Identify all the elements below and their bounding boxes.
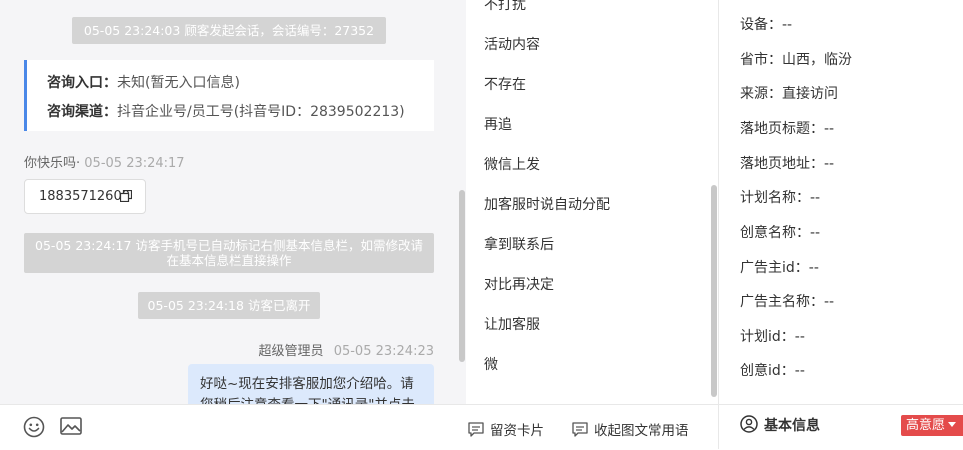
visitor-phone-text: 18835712600 [39, 189, 130, 204]
visitor-sender: 你快乐吗· 05-05 23:24:17 [24, 152, 185, 171]
inquiry-channel-row: 咨询渠道：抖音企业号/员工号(抖音号ID：2839502213) [47, 101, 405, 121]
chat-panel: 05-05 23:24:03 顾客发起会话，会话编号：27352 咨询入口：未知… [0, 0, 466, 404]
system-message-visitor-left: 05-05 23:24:18 访客已离开 [138, 292, 320, 319]
chevron-down-icon [948, 422, 957, 427]
field-advertiser-name: 广告主名称：-- [740, 294, 835, 310]
copy-icon[interactable] [120, 190, 132, 202]
system-message-session-start: 05-05 23:24:03 顾客发起会话，会话编号：27352 [72, 17, 386, 44]
message-list-icon [572, 422, 588, 437]
agent-time: 05-05 23:24:23 [333, 344, 434, 359]
field-plan-id: 计划id：-- [740, 329, 805, 345]
visitor-time: 05-05 23:24:17 [84, 156, 185, 171]
phrases-toolbar: 留资卡片 收起图文常用语 [466, 404, 718, 450]
phrases-scrollbar[interactable] [711, 185, 717, 397]
visitor-name: 你快乐吗· [24, 156, 81, 171]
basic-info-title[interactable]: 基本信息 [740, 415, 820, 435]
visitor-info-panel: 设备：-- 省市：山西，临汾 来源：直接访问 落地页标题：-- 落地页地址：--… [719, 0, 963, 404]
image-icon[interactable] [60, 415, 82, 437]
user-circle-icon [740, 415, 758, 433]
field-advertiser-id: 广告主id：-- [740, 260, 819, 276]
phrase-item[interactable]: 活动内容 [484, 34, 540, 54]
basic-info-title-text: 基本信息 [764, 418, 820, 434]
phrase-item[interactable]: 拿到联系后 [484, 234, 554, 254]
chat-scrollbar[interactable] [459, 190, 465, 362]
phrase-item[interactable]: 不存在 [484, 74, 526, 94]
inquiry-channel-label: 咨询渠道： [47, 104, 117, 120]
inquiry-info-card: 咨询入口：未知(暂无入口信息) 咨询渠道：抖音企业号/员工号(抖音号ID：283… [24, 60, 434, 131]
lead-card-label: 留资卡片 [490, 423, 544, 439]
agent-name: 超级管理员 [258, 344, 324, 359]
field-landing-title: 落地页标题：-- [740, 121, 835, 137]
phrase-item[interactable]: 让加客服 [484, 314, 540, 334]
phrase-item[interactable]: 对比再决定 [484, 274, 554, 294]
intent-dropdown[interactable]: 高意愿 [901, 415, 963, 436]
field-plan-name: 计划名称：-- [740, 190, 821, 206]
phrase-item[interactable]: 加客服时说自动分配 [484, 194, 610, 214]
field-device: 设备：-- [740, 17, 793, 33]
basic-info-header: 基本信息 高意愿 [719, 404, 963, 450]
system-message-phone-marked: 05-05 23:24:17 访客手机号已自动标记右侧基本信息栏，如需修改请在基… [24, 233, 434, 273]
field-landing-url: 落地页地址：-- [740, 156, 835, 172]
agent-message-bubble: 好哒~现在安排客服加您介绍哈。请您稍后注意查看一下"通讯录"并点击 [188, 364, 434, 404]
agent-sender: 超级管理员 05-05 23:24:23 [259, 340, 434, 359]
field-creative-name: 创意名称：-- [740, 225, 821, 241]
smile-icon[interactable] [23, 416, 45, 438]
field-province-city: 省市：山西，临汾 [740, 52, 852, 68]
phrase-item[interactable]: 再追 [484, 114, 512, 134]
inquiry-entry-label: 咨询入口： [47, 75, 117, 91]
intent-value: 高意愿 [906, 418, 946, 433]
message-card-icon [468, 422, 484, 437]
field-source: 来源：直接访问 [740, 86, 838, 102]
collapse-phrases-button[interactable]: 收起图文常用语 [572, 419, 689, 439]
chat-input-toolbar [0, 404, 466, 450]
common-phrases-list: 不打扰 活动内容 不存在 再追 微信上发 加客服时说自动分配 拿到联系后 对比再… [466, 0, 718, 404]
collapse-phrases-label: 收起图文常用语 [594, 423, 689, 439]
inquiry-channel-value: 抖音企业号/员工号(抖音号ID：2839502213) [117, 104, 405, 120]
field-creative-id: 创意id：-- [740, 363, 805, 379]
inquiry-entry-row: 咨询入口：未知(暂无入口信息) [47, 72, 240, 92]
inquiry-entry-value: 未知(暂无入口信息) [117, 75, 240, 91]
lead-card-button[interactable]: 留资卡片 [468, 419, 544, 439]
phrase-item[interactable]: 微 [484, 354, 498, 374]
phrase-item[interactable]: 不打扰 [484, 0, 526, 14]
phrase-item[interactable]: 微信上发 [484, 154, 540, 174]
visitor-phone-message[interactable]: 18835712600 [24, 179, 146, 214]
